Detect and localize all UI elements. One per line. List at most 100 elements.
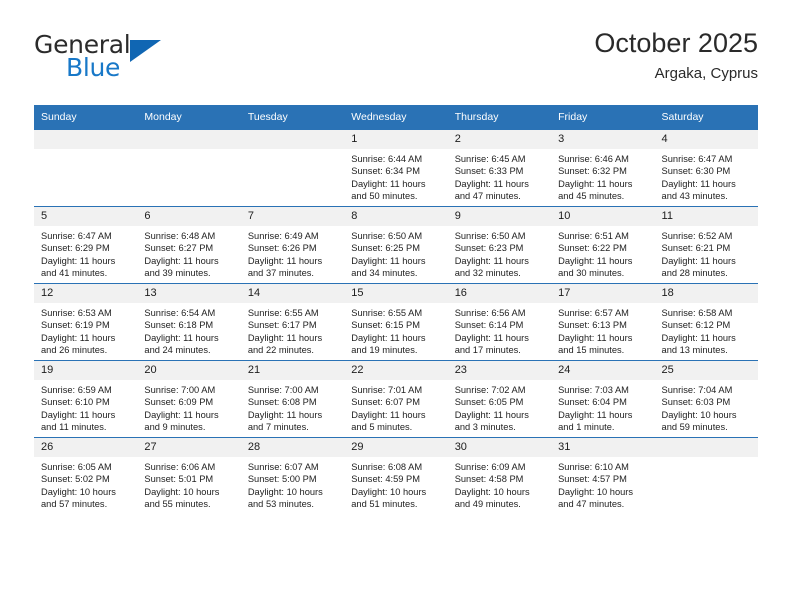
sunset-text: Sunset: 6:17 PM [247,320,317,331]
calendar-day-cell[interactable] [240,129,345,207]
sunset-text: Sunset: 6:21 PM [661,243,731,254]
day-number: 21 [240,361,345,380]
day-number: 16 [447,284,552,303]
general-blue-logo[interactable]: General Blue [34,32,234,92]
daylight-text-line2: and 32 minutes. [454,268,521,279]
daylight-text-line2: and 17 minutes. [454,345,521,356]
calendar-day-cell[interactable]: 2 Sunrise: 6:45 AM Sunset: 6:33 PM Dayli… [447,129,552,207]
day-number: 13 [137,284,241,303]
daylight-text-line1: Daylight: 11 hours [41,332,116,343]
sunset-text: Sunset: 6:29 PM [41,243,110,254]
day-number: 29 [344,438,448,457]
calendar-day-cell[interactable]: 19 Sunrise: 6:59 AM Sunset: 6:10 PM Dayl… [34,360,138,438]
calendar-day-cell[interactable] [654,437,758,514]
daylight-text-line1: Daylight: 11 hours [144,409,219,420]
calendar-day-cell[interactable]: 12 Sunrise: 6:53 AM Sunset: 6:19 PM Dayl… [34,283,138,361]
calendar-day-cell[interactable]: 17 Sunrise: 6:57 AM Sunset: 6:13 PM Dayl… [551,283,655,361]
calendar-day-cell[interactable]: 8 Sunrise: 6:50 AM Sunset: 6:25 PM Dayli… [344,206,448,284]
calendar-day-cell[interactable]: 28 Sunrise: 6:07 AM Sunset: 5:00 PM Dayl… [240,437,345,514]
daylight-text-line1: Daylight: 11 hours [247,409,323,420]
calendar-day-cell[interactable]: 18 Sunrise: 6:58 AM Sunset: 6:12 PM Dayl… [654,283,758,361]
sunrise-text: Sunrise: 7:01 AM [351,385,423,395]
calendar-day-cell[interactable]: 14 Sunrise: 6:55 AM Sunset: 6:17 PM Dayl… [240,283,345,361]
calendar-day-cell[interactable]: 25 Sunrise: 7:04 AM Sunset: 6:03 PM Dayl… [654,360,758,438]
day-details: Sunrise: 6:59 AM Sunset: 6:10 PM Dayligh… [34,380,137,434]
sunset-text: Sunset: 6:04 PM [558,397,627,408]
day-number: 7 [240,207,345,226]
title-block: October 2025 Argaka, Cyprus [594,26,758,85]
day-details: Sunrise: 6:50 AM Sunset: 6:25 PM Dayligh… [344,226,447,280]
calendar-day-cell[interactable]: 1 Sunrise: 6:44 AM Sunset: 6:34 PM Dayli… [344,129,448,207]
sunrise-text: Sunrise: 6:44 AM [351,154,423,164]
sunset-text: Sunset: 6:23 PM [454,243,524,254]
calendar-day-cell[interactable]: 9 Sunrise: 6:50 AM Sunset: 6:23 PM Dayli… [447,206,552,284]
weekday-header-thursday: Thursday [447,105,552,130]
daylight-text-line2: and 47 minutes. [454,191,521,202]
sunrise-text: Sunrise: 6:50 AM [351,231,423,241]
weekday-header-saturday: Saturday [654,105,758,130]
calendar-day-cell[interactable]: 5 Sunrise: 6:47 AM Sunset: 6:29 PM Dayli… [34,206,138,284]
daylight-text-line2: and 39 minutes. [144,268,211,279]
day-number: 27 [137,438,241,457]
day-number: 2 [447,130,552,149]
calendar-day-cell[interactable] [137,129,241,207]
calendar-day-cell[interactable]: 13 Sunrise: 6:54 AM Sunset: 6:18 PM Dayl… [137,283,241,361]
calendar-day-cell[interactable]: 27 Sunrise: 6:06 AM Sunset: 5:01 PM Dayl… [137,437,241,514]
calendar-day-cell[interactable]: 24 Sunrise: 7:03 AM Sunset: 6:04 PM Dayl… [551,360,655,438]
daylight-text-line2: and 13 minutes. [661,345,728,356]
daylight-text-line1: Daylight: 10 hours [454,486,530,497]
sunrise-text: Sunrise: 6:52 AM [661,231,733,241]
daylight-text-line1: Daylight: 11 hours [661,178,736,189]
day-details: Sunrise: 6:47 AM Sunset: 6:30 PM Dayligh… [655,149,758,203]
day-details: Sunrise: 6:08 AM Sunset: 4:59 PM Dayligh… [344,457,447,511]
calendar-day-cell[interactable]: 29 Sunrise: 6:08 AM Sunset: 4:59 PM Dayl… [344,437,448,514]
sunrise-text: Sunrise: 6:48 AM [144,231,216,241]
sunset-text: Sunset: 5:02 PM [41,474,110,485]
sunset-text: Sunset: 6:15 PM [351,320,420,331]
sunset-text: Sunset: 6:33 PM [454,166,524,177]
day-number: 30 [447,438,552,457]
daylight-text-line2: and 41 minutes. [41,268,108,279]
day-number: 17 [551,284,655,303]
calendar-day-cell[interactable]: 22 Sunrise: 7:01 AM Sunset: 6:07 PM Dayl… [344,360,448,438]
sunset-text: Sunset: 5:00 PM [247,474,317,485]
daylight-text-line2: and 47 minutes. [558,499,625,510]
calendar-day-cell[interactable]: 21 Sunrise: 7:00 AM Sunset: 6:08 PM Dayl… [240,360,345,438]
calendar-day-cell[interactable]: 11 Sunrise: 6:52 AM Sunset: 6:21 PM Dayl… [654,206,758,284]
day-details: Sunrise: 6:46 AM Sunset: 6:32 PM Dayligh… [551,149,654,203]
calendar-day-cell[interactable]: 6 Sunrise: 6:48 AM Sunset: 6:27 PM Dayli… [137,206,241,284]
day-number: 28 [240,438,345,457]
daylight-text-line2: and 55 minutes. [144,499,211,510]
day-details [137,149,240,153]
calendar-day-cell[interactable]: 3 Sunrise: 6:46 AM Sunset: 6:32 PM Dayli… [551,129,655,207]
calendar-day-cell[interactable]: 15 Sunrise: 6:55 AM Sunset: 6:15 PM Dayl… [344,283,448,361]
calendar-week-row: 12 Sunrise: 6:53 AM Sunset: 6:19 PM Dayl… [34,283,758,361]
daylight-text-line2: and 51 minutes. [351,499,418,510]
sunrise-text: Sunrise: 6:58 AM [661,308,733,318]
calendar-day-cell[interactable]: 4 Sunrise: 6:47 AM Sunset: 6:30 PM Dayli… [654,129,758,207]
calendar-day-cell[interactable]: 16 Sunrise: 6:56 AM Sunset: 6:14 PM Dayl… [447,283,552,361]
calendar-day-cell[interactable]: 7 Sunrise: 6:49 AM Sunset: 6:26 PM Dayli… [240,206,345,284]
calendar-day-cell[interactable]: 10 Sunrise: 6:51 AM Sunset: 6:22 PM Dayl… [551,206,655,284]
calendar-day-cell[interactable]: 31 Sunrise: 6:10 AM Sunset: 4:57 PM Dayl… [551,437,655,514]
sunrise-text: Sunrise: 6:53 AM [41,308,112,318]
day-number: 24 [551,361,655,380]
calendar-day-cell[interactable] [34,129,138,207]
day-number: 25 [654,361,758,380]
calendar-day-cell[interactable]: 20 Sunrise: 7:00 AM Sunset: 6:09 PM Dayl… [137,360,241,438]
sunset-text: Sunset: 6:08 PM [247,397,317,408]
daylight-text-line2: and 24 minutes. [144,345,211,356]
day-number: 10 [551,207,655,226]
calendar-day-cell[interactable]: 30 Sunrise: 6:09 AM Sunset: 4:58 PM Dayl… [447,437,552,514]
day-details: Sunrise: 6:07 AM Sunset: 5:00 PM Dayligh… [241,457,344,511]
calendar-week-row: 5 Sunrise: 6:47 AM Sunset: 6:29 PM Dayli… [34,206,758,284]
calendar-day-cell[interactable]: 23 Sunrise: 7:02 AM Sunset: 6:05 PM Dayl… [447,360,552,438]
day-number: 3 [551,130,655,149]
day-details: Sunrise: 6:56 AM Sunset: 6:14 PM Dayligh… [448,303,551,357]
daylight-text-line2: and 49 minutes. [454,499,521,510]
weekday-header-row: Sunday Monday Tuesday Wednesday Thursday… [34,105,758,130]
sunset-text: Sunset: 6:32 PM [558,166,627,177]
day-number: 31 [551,438,655,457]
daylight-text-line2: and 50 minutes. [351,191,418,202]
calendar-day-cell[interactable]: 26 Sunrise: 6:05 AM Sunset: 5:02 PM Dayl… [34,437,138,514]
